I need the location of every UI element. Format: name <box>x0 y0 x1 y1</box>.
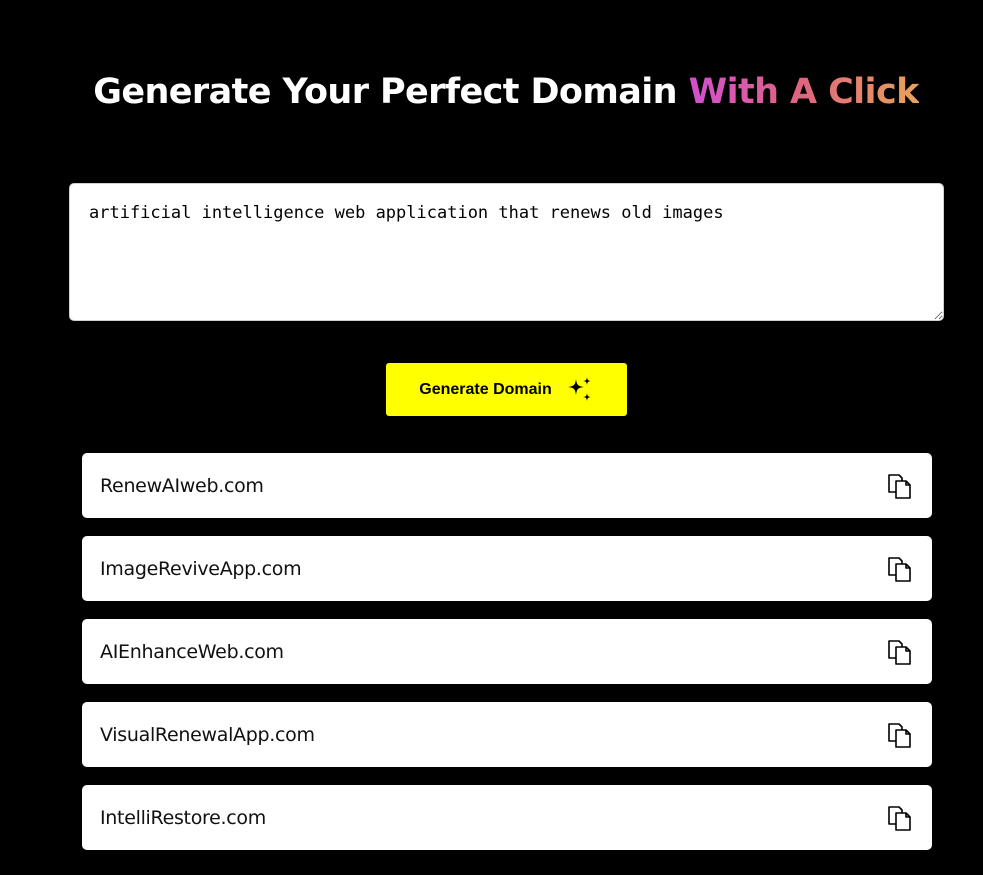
copy-icon[interactable] <box>886 472 914 500</box>
domain-result-text: ImageReviveApp.com <box>100 557 302 580</box>
domain-result-text: AIEnhanceWeb.com <box>100 640 284 663</box>
domain-description-input[interactable]: artificial intelligence web application … <box>69 183 944 321</box>
generate-domain-label: Generate Domain <box>419 380 552 398</box>
domain-result-item: IntelliRestore.com <box>82 785 932 850</box>
domain-result-item: RenewAIweb.com <box>82 453 932 518</box>
domain-result-text: RenewAIweb.com <box>100 474 264 497</box>
copy-icon[interactable] <box>886 721 914 749</box>
domain-result-item: AIEnhanceWeb.com <box>82 619 932 684</box>
sparkles-icon <box>567 376 591 401</box>
title-accent-text: With A Click <box>688 72 920 112</box>
copy-icon[interactable] <box>886 638 914 666</box>
title-main-text: Generate Your Perfect Domain <box>93 72 689 112</box>
domain-result-item: ImageReviveApp.com <box>82 536 932 601</box>
domain-result-text: IntelliRestore.com <box>100 806 266 829</box>
domain-results-list: RenewAIweb.com ImageReviveApp.com AIEnha… <box>82 453 932 868</box>
domain-result-text: VisualRenewalApp.com <box>100 723 315 746</box>
generate-domain-button[interactable]: Generate Domain <box>386 363 627 416</box>
domain-result-item: VisualRenewalApp.com <box>82 702 932 767</box>
copy-icon[interactable] <box>886 555 914 583</box>
copy-icon[interactable] <box>886 804 914 832</box>
page-title: Generate Your Perfect Domain With A Clic… <box>0 72 983 112</box>
